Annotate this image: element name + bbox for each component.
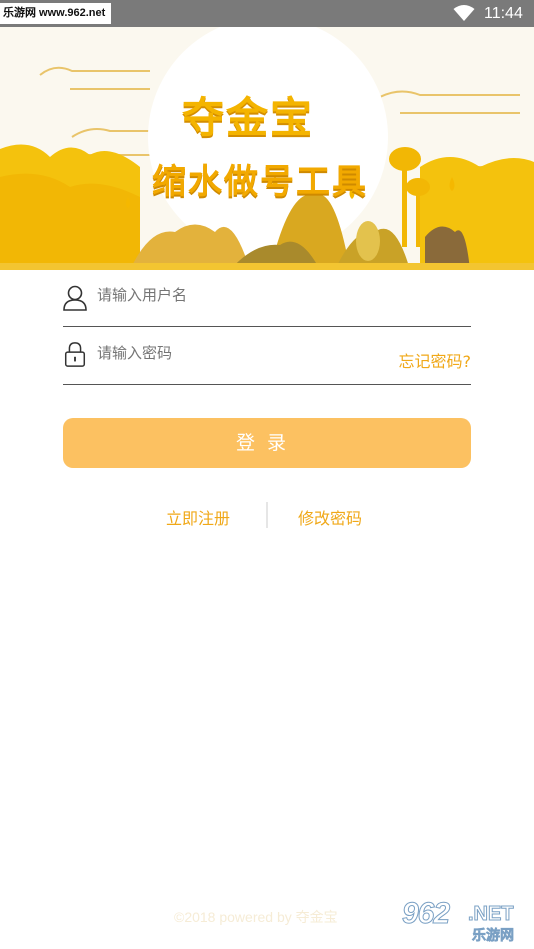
auth-links: 立即注册 修改密码 (0, 502, 534, 528)
wifi-icon (453, 5, 475, 21)
register-link[interactable]: 立即注册 (166, 505, 230, 529)
status-bar: 乐游网 www.962.net 11:44 (0, 0, 534, 27)
header-banner: 夺金宝 缩水做号工具 (0, 27, 534, 270)
watermark-label: 乐游网 www.962.net (0, 3, 112, 24)
app-subtitle: 缩水做号工具 (152, 162, 368, 202)
link-divider (266, 502, 268, 528)
status-time: 11:44 (484, 5, 523, 22)
lock-icon (64, 342, 86, 367)
app-title: 夺金宝 (182, 93, 315, 142)
site-watermark-logo: 962 .NET 乐游网 (396, 897, 534, 945)
login-button[interactable]: 登录 (63, 418, 471, 468)
username-input[interactable] (97, 286, 377, 304)
banner-illustration (0, 27, 534, 270)
forgot-password-link[interactable]: 忘记密码? (399, 348, 472, 372)
password-field[interactable]: 忘记密码? (63, 326, 471, 385)
watermark-number: 962 (401, 897, 450, 931)
username-field[interactable] (63, 268, 471, 327)
user-icon (63, 285, 87, 311)
password-input[interactable] (97, 344, 377, 362)
copyright-footer: ©2018 powered by 夺金宝 (174, 909, 338, 925)
watermark-net: .NET (468, 903, 515, 926)
watermark-cn: 乐游网 (472, 928, 515, 945)
change-password-link[interactable]: 修改密码 (298, 505, 362, 529)
